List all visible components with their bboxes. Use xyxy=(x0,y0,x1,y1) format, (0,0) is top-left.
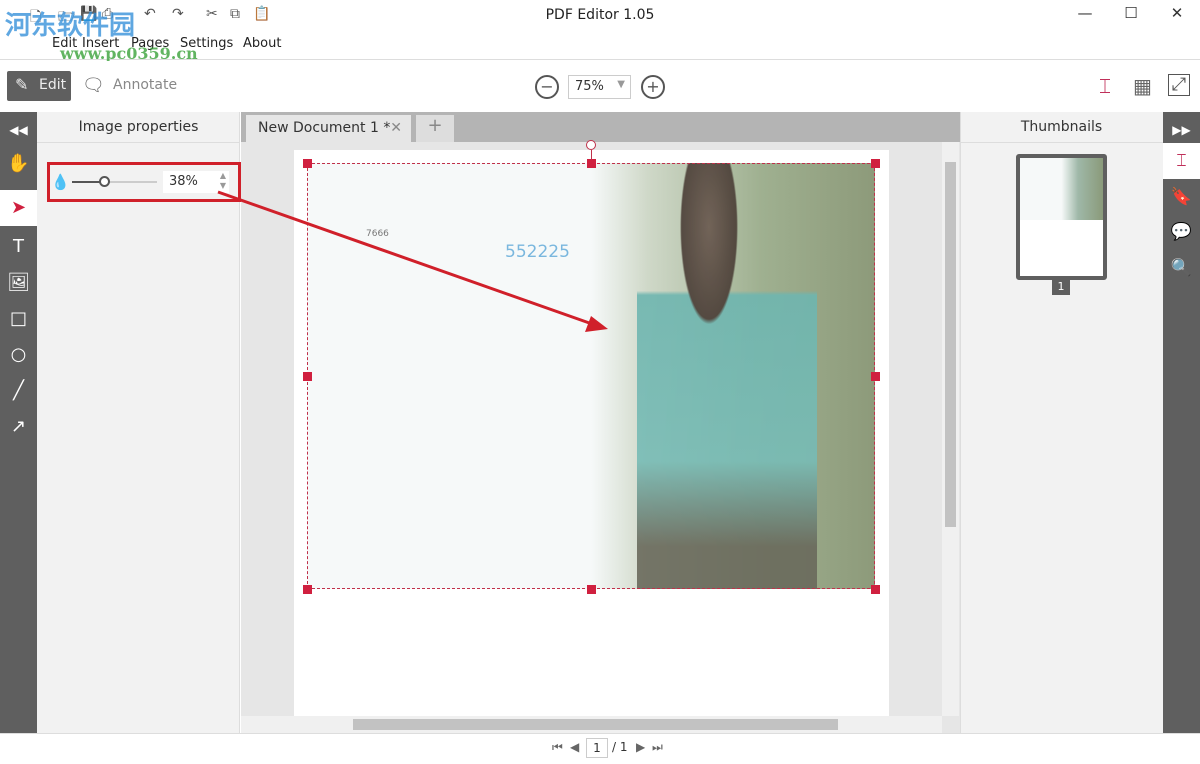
vertical-scrollbar[interactable] xyxy=(942,142,959,716)
arrow-head xyxy=(585,316,608,332)
last-page-icon[interactable]: ⏭ xyxy=(652,740,663,755)
first-page-icon[interactable]: ⏮ xyxy=(552,740,563,755)
thumbnail-image xyxy=(1020,158,1103,220)
vertical-scroll-thumb[interactable] xyxy=(945,162,956,527)
page-number-input[interactable]: 1 xyxy=(586,738,608,758)
horizontal-scrollbar[interactable] xyxy=(241,716,942,733)
arrow-line xyxy=(217,190,596,327)
next-page-icon[interactable]: ▶ xyxy=(636,740,645,754)
comments-icon[interactable]: 💬 xyxy=(1163,214,1200,250)
bookmark-icon[interactable]: 🔖 xyxy=(1163,179,1200,215)
search-icon[interactable]: 🔍 xyxy=(1163,250,1200,286)
thumbnails-icon[interactable]: ⌶ xyxy=(1163,143,1200,179)
horizontal-scroll-thumb[interactable] xyxy=(353,719,838,730)
panel-title: Thumbnails xyxy=(960,112,1163,143)
total-pages: / 1 xyxy=(612,740,628,754)
thumbnail-page-number: 1 xyxy=(1052,280,1070,295)
prev-page-icon[interactable]: ◀ xyxy=(570,740,579,754)
